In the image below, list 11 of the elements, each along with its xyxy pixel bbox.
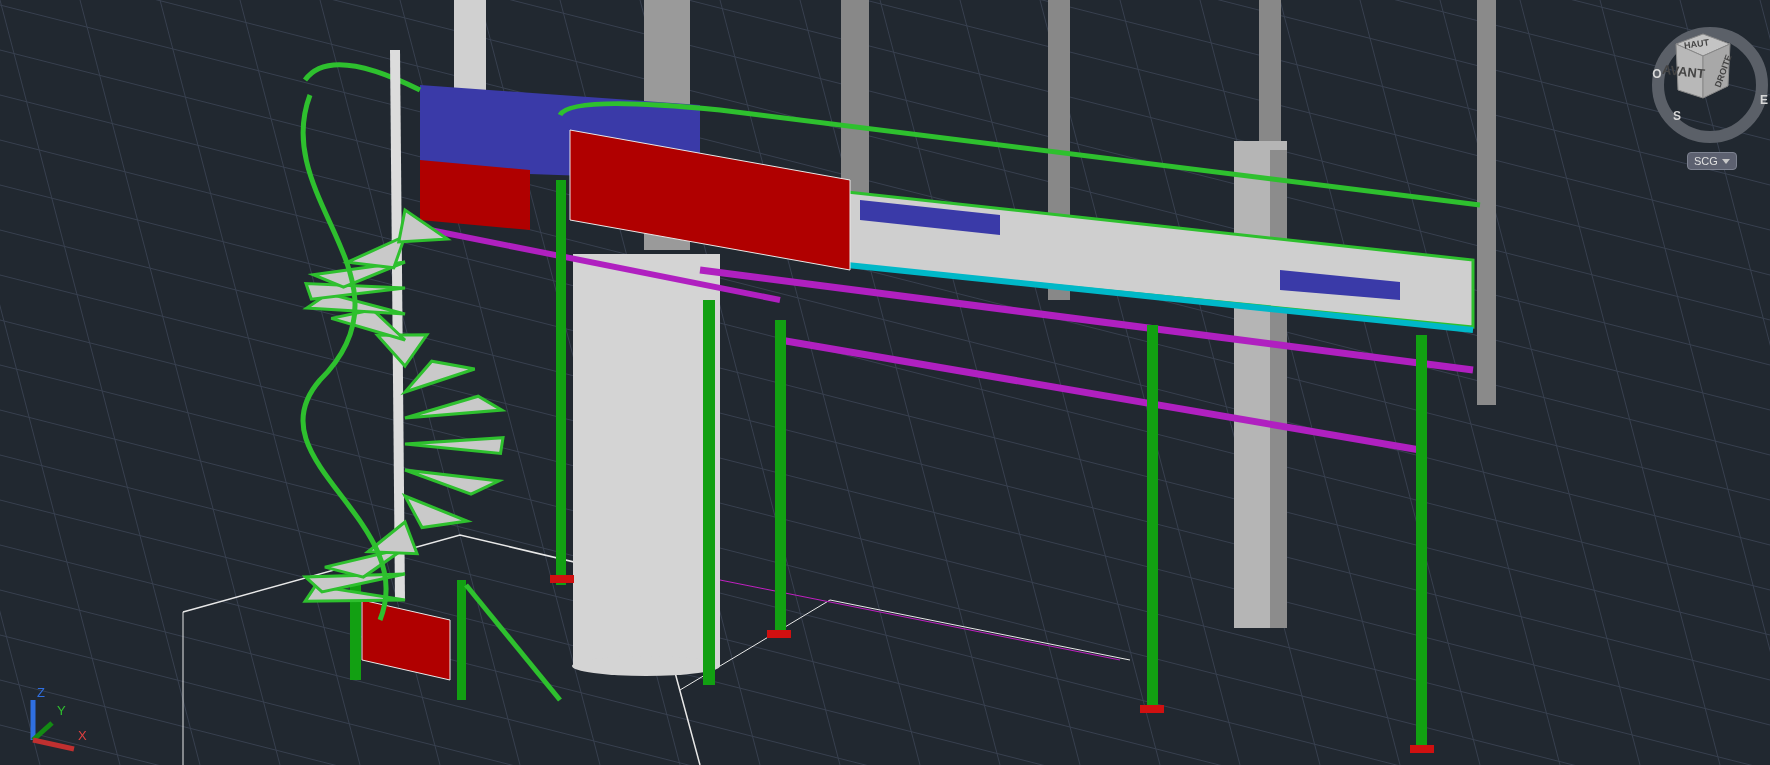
compass-direction-label[interactable]: S: [1673, 109, 1681, 123]
compass-direction-label[interactable]: O: [1652, 67, 1662, 81]
ucs-dropdown[interactable]: SCG: [1687, 152, 1737, 170]
view-cube-drawing[interactable]: [1652, 27, 1768, 143]
axis-label: Z: [37, 685, 45, 700]
ucs-axes-icon: [30, 700, 75, 752]
caret-icon: [1721, 158, 1730, 164]
compass-direction-label[interactable]: E: [1760, 93, 1768, 107]
axis-label: X: [78, 728, 87, 743]
axis-label: Y: [57, 703, 66, 718]
view-cube-face-label[interactable]: AVANT: [1661, 61, 1706, 82]
